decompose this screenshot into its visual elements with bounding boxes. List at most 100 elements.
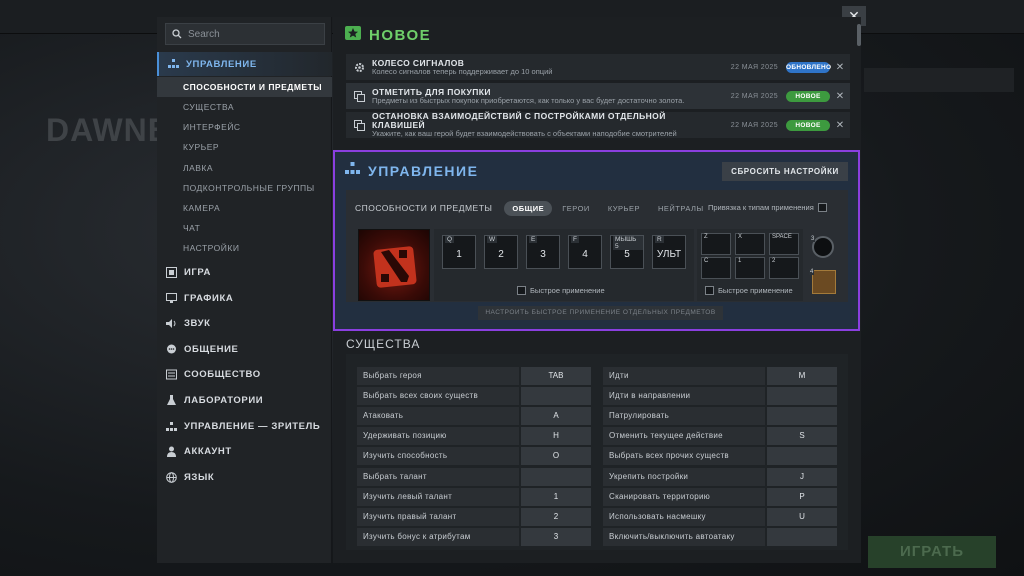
ability-slot[interactable]: E3 xyxy=(526,235,560,269)
tp-key: 3 xyxy=(810,236,816,242)
hotkey-key[interactable]: S xyxy=(767,427,837,445)
hotkey-action: Патрулировать xyxy=(603,407,765,425)
sidebar-item-community[interactable]: СООБЩЕСТВО xyxy=(157,362,332,386)
hotkey-row: Идти в направлении xyxy=(603,387,837,405)
dismiss-button[interactable]: ✕ xyxy=(830,91,850,102)
sidebar-subitem-control-groups[interactable]: ПОДКОНТРОЛЬНЫЕ ГРУППЫ xyxy=(157,178,332,198)
chat-icon xyxy=(165,343,177,355)
tab-general[interactable]: ОБЩИЕ xyxy=(504,200,553,216)
search-input[interactable] xyxy=(188,28,318,40)
item-slot[interactable]: X xyxy=(735,233,765,255)
bind-to-cast-type-checkbox[interactable] xyxy=(817,203,827,212)
item-slot[interactable]: Z xyxy=(701,233,731,255)
hotkey-key[interactable]: M xyxy=(767,367,837,385)
status-badge: НОВОЕ xyxy=(786,119,830,131)
ability-slot[interactable]: Q1 xyxy=(442,235,476,269)
hotkey-key[interactable] xyxy=(767,407,837,425)
ability-slot[interactable]: F4 xyxy=(568,235,602,269)
sidebar-subitem-chat[interactable]: ЧАТ xyxy=(157,218,332,238)
hotkey-key[interactable]: A xyxy=(521,407,591,425)
hotkey-key[interactable] xyxy=(521,468,591,486)
sidebar-subitem-shop[interactable]: ЛАВКА xyxy=(157,158,332,178)
sidebar-item-label: ОБЩЕНИЕ xyxy=(184,343,239,355)
globe-icon xyxy=(165,471,177,483)
ability-quick-cast-label: Быстрое применение xyxy=(530,286,605,295)
item-slot[interactable]: 2 xyxy=(769,257,799,279)
hotkey-key[interactable]: TAB xyxy=(521,367,591,385)
news-item[interactable]: ОТМЕТИТЬ ДЛЯ ПОКУПКИ Предметы из быстрых… xyxy=(346,83,850,109)
item-quick-cast-checkbox[interactable] xyxy=(705,286,714,295)
tab-heroes[interactable]: ГЕРОИ xyxy=(554,201,598,216)
scrollbar-thumb[interactable] xyxy=(857,24,861,46)
item-slot[interactable]: C xyxy=(701,257,731,279)
close-icon: ✕ xyxy=(835,61,845,73)
star-icon xyxy=(345,25,361,45)
search-icon xyxy=(172,29,182,39)
news-item-desc: Предметы из быстрых покупок приобретаютс… xyxy=(372,95,685,105)
tab-courier[interactable]: КУРЬЕР xyxy=(600,201,648,216)
dismiss-button[interactable]: ✕ xyxy=(830,62,850,73)
hotkey-row: Выбрать героя TAB xyxy=(357,367,591,385)
reset-settings-button[interactable]: СБРОСИТЬ НАСТРОЙКИ xyxy=(722,162,848,181)
dismiss-button[interactable]: ✕ xyxy=(830,120,850,131)
hotkey-key[interactable]: O xyxy=(521,447,591,465)
sidebar-item-social[interactable]: ОБЩЕНИЕ xyxy=(157,337,332,361)
units-section-title: СУЩЕСТВА xyxy=(346,337,421,351)
hotkey-key[interactable]: J xyxy=(767,468,837,486)
ability-value: 2 xyxy=(498,249,504,260)
item-slot[interactable]: SPACE xyxy=(769,233,799,255)
ability-slot[interactable]: МЫШЬ 55 xyxy=(610,235,644,269)
sidebar-item-sound[interactable]: ЗВУК xyxy=(157,311,332,335)
sidebar-item-spectator-controls[interactable]: УПРАВЛЕНИЕ — ЗРИТЕЛЬ xyxy=(157,414,332,438)
hotkey-key[interactable]: H xyxy=(521,427,591,445)
close-icon: ✕ xyxy=(835,90,845,102)
game-icon xyxy=(165,266,177,278)
hotkey-key[interactable] xyxy=(767,528,837,546)
news-item-date: 22 МАЯ 2025 xyxy=(730,121,778,129)
hotkey-key[interactable]: P xyxy=(767,488,837,506)
hotkey-key[interactable] xyxy=(767,387,837,405)
sidebar-subitem-abilities-items[interactable]: СПОСОБНОСТИ И ПРЕДМЕТЫ xyxy=(157,77,332,97)
sidebar-item-graphics[interactable]: ГРАФИКА xyxy=(157,286,332,310)
hotkey-row: Идти M xyxy=(603,367,837,385)
tab-neutrals[interactable]: НЕЙТРАЛЫ xyxy=(650,201,712,216)
ability-quick-cast: Быстрое применение xyxy=(517,286,605,295)
hotkey-key[interactable]: 3 xyxy=(521,528,591,546)
flask-icon xyxy=(165,394,177,406)
hotkey-key[interactable] xyxy=(767,447,837,465)
hotkey-action: Выбрать героя xyxy=(357,367,519,385)
ability-quick-cast-checkbox[interactable] xyxy=(517,286,526,295)
item-slot[interactable]: 1 xyxy=(735,257,765,279)
hotkey-key[interactable]: 1 xyxy=(521,488,591,506)
news-item[interactable]: КОЛЕСО СИГНАЛОВ Колесо сигналов теперь п… xyxy=(346,54,850,80)
dota-logo-icon xyxy=(373,246,417,288)
item-quick-cast-label: Быстрое применение xyxy=(718,286,793,295)
hotkey-action: Изучить правый талант xyxy=(357,508,519,526)
sidebar-subitem-units[interactable]: СУЩЕСТВА xyxy=(157,97,332,117)
hotkey-key[interactable]: U xyxy=(767,508,837,526)
sidebar-item-account[interactable]: АККАУНТ xyxy=(157,439,332,463)
sidebar-subitem-settings[interactable]: НАСТРОЙКИ xyxy=(157,238,332,258)
hotkey-key[interactable] xyxy=(521,387,591,405)
hotkey-key[interactable]: 2 xyxy=(521,508,591,526)
sidebar-subitem-camera[interactable]: КАМЕРА xyxy=(157,198,332,218)
bind-to-cast-type-label: Привязка к типам применения xyxy=(708,203,814,212)
sidebar-item-language[interactable]: ЯЗЫК xyxy=(157,465,332,489)
search-box[interactable] xyxy=(165,23,325,45)
tp-scroll-slot[interactable]: 3 xyxy=(810,236,834,258)
configure-item-quick-cast-button[interactable]: НАСТРОИТЬ БЫСТРОЕ ПРИМЕНЕНИЕ ОТДЕЛЬНЫХ П… xyxy=(478,306,723,320)
neutral-item-slot[interactable]: 4 xyxy=(809,269,836,294)
sidebar-item-label: ГРАФИКА xyxy=(184,292,234,304)
hotkey-action: Удерживать позицию xyxy=(357,427,519,445)
hotkey-row: Сканировать территорию P xyxy=(603,488,837,506)
news-item[interactable]: ОСТАНОВКА ВЗАИМОДЕЙСТВИЙ С ПОСТРОЙКАМИ О… xyxy=(346,112,850,138)
controls-icon xyxy=(345,162,360,180)
sidebar-item-labs[interactable]: ЛАБОРАТОРИИ xyxy=(157,388,332,412)
hotkey-action: Атаковать xyxy=(357,407,519,425)
ability-slot[interactable]: R УЛЬТ xyxy=(652,235,686,269)
sidebar-subitem-courier[interactable]: КУРЬЕР xyxy=(157,137,332,157)
sidebar-item-game[interactable]: ИГРА xyxy=(157,260,332,284)
sidebar-subitem-interface[interactable]: ИНТЕРФЕЙС xyxy=(157,117,332,137)
sidebar-item-controls[interactable]: УПРАВЛЕНИЕ xyxy=(157,52,332,76)
ability-slot[interactable]: W2 xyxy=(484,235,518,269)
